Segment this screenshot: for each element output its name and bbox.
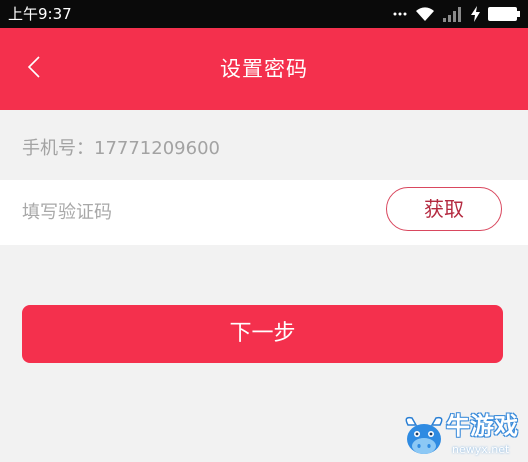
verification-code-input[interactable] — [22, 197, 362, 227]
cow-logo-icon — [402, 414, 446, 462]
watermark: 牛游戏 newyx.net — [402, 412, 524, 460]
next-step-button[interactable]: 下一步 — [22, 305, 503, 363]
phone-display: 手机号：17771209600 — [22, 137, 220, 161]
status-time: 上午9:37 — [8, 5, 72, 23]
signal-icon — [443, 6, 463, 22]
more-dots-icon — [393, 12, 407, 16]
status-bar: 上午9:37 — [0, 0, 528, 28]
phone-row: 手机号：17771209600 — [0, 110, 528, 180]
phone-number: 17771209600 — [94, 138, 220, 159]
watermark-brand: 牛游戏 — [446, 412, 518, 440]
charging-bolt-icon — [471, 6, 480, 22]
wifi-icon — [415, 6, 435, 22]
phone-label: 手机号： — [22, 138, 94, 159]
get-code-button[interactable]: 获取 — [386, 187, 502, 231]
header-bar: 设置密码 — [0, 28, 528, 110]
battery-icon — [488, 7, 520, 21]
page-title: 设置密码 — [220, 57, 308, 81]
verification-code-row: 获取 — [0, 180, 528, 245]
status-icons — [393, 4, 520, 24]
watermark-site: newyx.net — [452, 443, 510, 456]
